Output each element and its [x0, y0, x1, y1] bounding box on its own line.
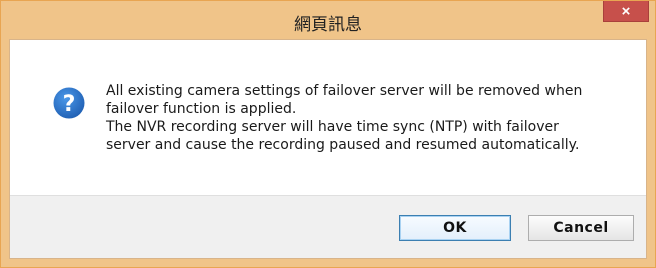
message-area: ? All existing camera settings of failov…	[10, 40, 646, 195]
close-button[interactable]: ×	[603, 1, 649, 22]
ok-button[interactable]: OK	[399, 215, 511, 241]
question-icon: ?	[53, 87, 85, 119]
close-icon: ×	[621, 2, 631, 20]
message-dialog: 網頁訊息 × ? All existing camera settings of…	[0, 0, 656, 268]
message-text: All existing camera settings of failover…	[106, 82, 626, 154]
button-bar: OK Cancel	[10, 195, 646, 258]
window-title: 網頁訊息	[294, 15, 362, 35]
dialog-content: ? All existing camera settings of failov…	[9, 39, 647, 259]
message-line: failover function is applied.	[106, 101, 297, 117]
cancel-button[interactable]: Cancel	[528, 215, 634, 241]
title-bar[interactable]: 網頁訊息 ×	[1, 1, 655, 39]
message-line: server and cause the recording paused an…	[106, 137, 580, 153]
message-line: The NVR recording server will have time …	[106, 119, 559, 135]
message-line: All existing camera settings of failover…	[106, 83, 583, 99]
svg-text:?: ?	[63, 92, 76, 117]
